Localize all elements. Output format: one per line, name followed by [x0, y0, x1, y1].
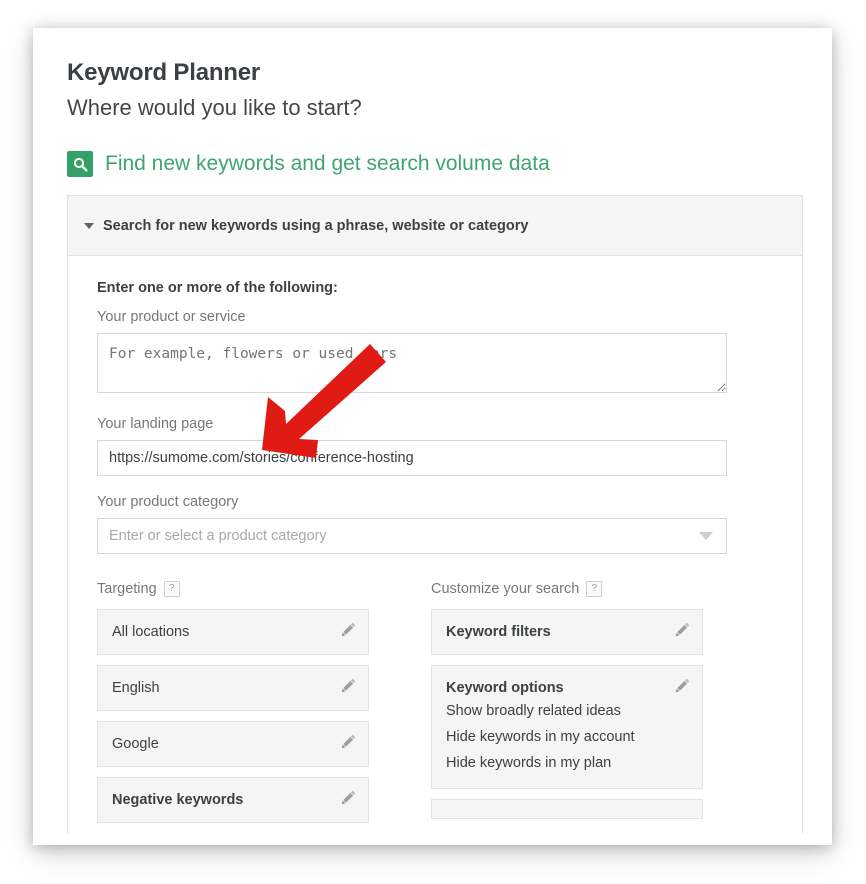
tile-label: Keyword options	[446, 680, 564, 696]
help-icon[interactable]: ?	[163, 581, 180, 597]
find-keywords-section-header[interactable]: Find new keywords and get search volume …	[67, 149, 802, 179]
customize-heading-row: Customize your search ?	[431, 579, 703, 599]
targeting-tile-negative-keywords[interactable]: Negative keywords	[97, 777, 369, 823]
keyword-option-line: Show broadly related ideas	[446, 703, 621, 719]
find-keywords-heading: Find new keywords and get search volume …	[105, 152, 550, 175]
targeting-tile-google[interactable]: Google	[97, 721, 369, 767]
customize-heading: Customize your search	[431, 581, 580, 597]
pencil-icon[interactable]	[340, 621, 357, 638]
product-category-select[interactable]: Enter or select a product category	[97, 518, 727, 554]
search-panel-header-label: Search for new keywords using a phrase, …	[103, 217, 529, 234]
targeting-heading-row: Targeting ?	[97, 579, 369, 599]
tile-label: English	[112, 680, 160, 696]
targeting-tile-all-locations[interactable]: All locations	[97, 609, 369, 655]
chevron-down-icon[interactable]	[699, 532, 713, 540]
tile-label: Negative keywords	[112, 792, 244, 808]
options-columns: Targeting ? All locations English Google…	[97, 579, 774, 833]
targeting-column: Targeting ? All locations English Google…	[97, 579, 369, 833]
pencil-icon[interactable]	[674, 621, 691, 638]
form-legend: Enter one or more of the following:	[97, 280, 338, 296]
keyword-option-line: Hide keywords in my plan	[446, 755, 612, 771]
product-category-label: Your product category	[97, 494, 239, 510]
targeting-heading: Targeting	[97, 581, 157, 597]
card-content: Keyword Planner Where would you like to …	[33, 28, 832, 845]
help-icon[interactable]: ?	[586, 581, 603, 597]
pencil-icon[interactable]	[340, 789, 357, 806]
tile-label: All locations	[112, 624, 190, 640]
tile-label: Google	[112, 736, 159, 752]
pencil-icon[interactable]	[340, 677, 357, 694]
product-category-placeholder: Enter or select a product category	[109, 528, 327, 544]
customize-tile-keyword-options[interactable]: Keyword options Show broadly related ide…	[431, 665, 703, 789]
screenshot-root: Keyword Planner Where would you like to …	[0, 0, 866, 884]
landing-page-input[interactable]: https://sumome.com/stories/conference-ho…	[97, 440, 727, 476]
search-icon	[67, 151, 93, 177]
page-title: Keyword Planner	[67, 59, 261, 86]
customize-search-column: Customize your search ? Keyword filters	[431, 579, 703, 833]
search-panel-body: Enter one or more of the following: Your…	[68, 256, 802, 833]
landing-page-label: Your landing page	[97, 416, 214, 432]
keyword-planner-card: Keyword Planner Where would you like to …	[33, 28, 832, 845]
customize-tile-keyword-filters[interactable]: Keyword filters	[431, 609, 703, 655]
customize-tile-partial[interactable]	[431, 799, 703, 819]
product-or-service-input[interactable]	[97, 333, 727, 393]
chevron-down-icon[interactable]	[84, 222, 94, 229]
keyword-option-line: Hide keywords in my account	[446, 729, 635, 745]
pencil-icon[interactable]	[674, 677, 691, 694]
search-panel: Search for new keywords using a phrase, …	[67, 195, 803, 833]
targeting-tile-english[interactable]: English	[97, 665, 369, 711]
search-panel-header[interactable]: Search for new keywords using a phrase, …	[68, 196, 802, 256]
tile-label: Keyword filters	[446, 624, 551, 640]
product-or-service-label: Your product or service	[97, 309, 246, 325]
pencil-icon[interactable]	[340, 733, 357, 750]
page-subtitle: Where would you like to start?	[67, 95, 362, 120]
